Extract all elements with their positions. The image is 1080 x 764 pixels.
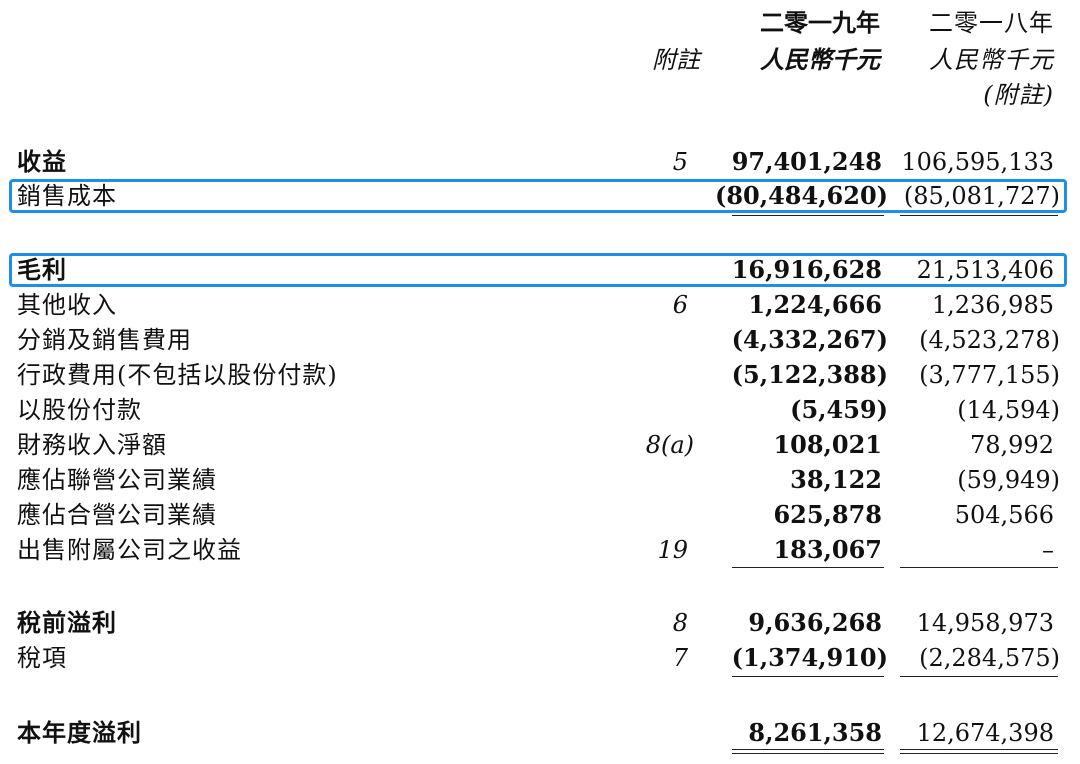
row-value-2018-profit-for-year: 12,674,398 — [916, 719, 1054, 747]
row-label-other-income: 其他收入 — [17, 291, 117, 319]
row-value-2018-distribution-expenses: (4,523,278) — [919, 326, 1060, 354]
row-value-2019-admin-expenses: (5,122,388) — [731, 360, 888, 389]
row-value-2019-profit-before-tax: 9,636,268 — [748, 608, 882, 637]
row-label-share-based-payments: 以股份付款 — [17, 396, 142, 424]
row-label-gross-profit: 毛利 — [17, 255, 67, 284]
row-label-share-of-joint-ventures: 應佔合營公司業績 — [17, 501, 217, 529]
header-year-2018: 二零一八年 — [929, 9, 1054, 37]
row-value-2019-profit-for-year: 8,261,358 — [748, 718, 882, 747]
row-value-2019-gain-on-disposal: 183,067 — [773, 535, 882, 564]
row-note-other-income: 6 — [672, 291, 688, 319]
subtotal-rule-2019 — [732, 676, 884, 677]
row-label-gain-on-disposal: 出售附屬公司之收益 — [17, 536, 242, 564]
row-value-2018-gross-profit: 21,513,406 — [916, 256, 1054, 284]
row-value-2019-share-of-joint-ventures: 625,878 — [773, 500, 882, 529]
row-value-2019-net-finance-income: 108,021 — [773, 430, 882, 459]
subtotal-rule-2018 — [900, 215, 1058, 216]
header-currency-2019: 人民幣千元 — [760, 45, 880, 74]
row-note-net-finance-income: 8(a) — [645, 431, 694, 459]
total-double-rule-2019 — [732, 753, 884, 754]
row-label-admin-expenses: 行政費用(不包括以股份付款) — [17, 361, 338, 389]
row-value-2019-cost-of-sales: (80,484,620) — [714, 181, 888, 210]
subtotal-rule-2019 — [732, 215, 884, 216]
subtotal-rule-2018 — [900, 676, 1058, 677]
row-value-2019-tax: (1,374,910) — [731, 643, 888, 672]
row-value-2018-tax: (2,284,575) — [919, 644, 1060, 672]
row-note-gain-on-disposal: 19 — [657, 536, 688, 564]
row-note-tax: 7 — [672, 644, 688, 672]
row-note-revenue: 5 — [672, 148, 688, 176]
row-value-2019-other-income: 1,224,666 — [748, 290, 882, 319]
row-value-2018-gain-on-disposal: – — [1042, 536, 1054, 564]
row-label-profit-before-tax: 稅前溢利 — [17, 608, 117, 637]
header-year-2019: 二零一九年 — [760, 8, 880, 37]
header-note-2018: (附註) — [983, 81, 1054, 109]
row-value-2019-revenue: 97,401,248 — [731, 147, 882, 176]
row-value-2018-share-of-associates: (59,949) — [957, 466, 1060, 494]
row-label-profit-for-year: 本年度溢利 — [17, 718, 142, 747]
row-label-share-of-associates: 應佔聯營公司業績 — [17, 466, 217, 494]
subtotal-rule-2018 — [900, 567, 1058, 568]
header-currency-2018: 人民幣千元 — [929, 46, 1054, 74]
row-value-2018-share-based-payments: (14,594) — [957, 396, 1060, 424]
row-value-2018-net-finance-income: 78,992 — [970, 431, 1054, 459]
row-value-2018-cost-of-sales: (85,081,727) — [903, 182, 1060, 210]
row-label-distribution-expenses: 分銷及銷售費用 — [17, 326, 192, 354]
total-double-rule-2018 — [900, 749, 1058, 750]
row-label-revenue: 收益 — [17, 147, 67, 176]
header-note: 附註 — [652, 46, 700, 74]
row-value-2019-distribution-expenses: (4,332,267) — [731, 325, 888, 354]
row-label-tax: 稅項 — [17, 644, 67, 672]
row-value-2018-profit-before-tax: 14,958,973 — [916, 609, 1054, 637]
row-label-net-finance-income: 財務收入淨額 — [17, 431, 167, 459]
row-value-2018-admin-expenses: (3,777,155) — [919, 361, 1060, 389]
row-value-2019-gross-profit: 16,916,628 — [731, 255, 882, 284]
row-value-2019-share-based-payments: (5,459) — [790, 395, 888, 424]
row-note-profit-before-tax: 8 — [672, 609, 688, 637]
row-value-2018-revenue: 106,595,133 — [901, 148, 1054, 176]
total-double-rule-2018 — [900, 753, 1058, 754]
row-label-cost-of-sales: 銷售成本 — [17, 182, 117, 210]
subtotal-rule-2019 — [732, 567, 884, 568]
row-value-2019-share-of-associates: 38,122 — [790, 465, 882, 494]
row-value-2018-other-income: 1,236,985 — [931, 291, 1054, 319]
row-value-2018-share-of-joint-ventures: 504,566 — [954, 501, 1054, 529]
highlight-box-gross-profit — [9, 253, 1067, 287]
total-double-rule-2019 — [732, 749, 884, 750]
